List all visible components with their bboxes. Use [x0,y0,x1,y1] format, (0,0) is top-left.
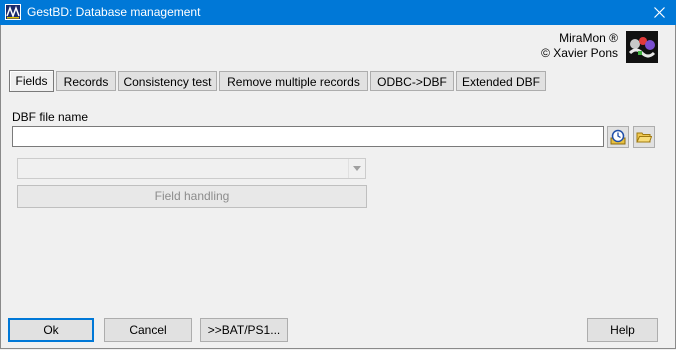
cancel-button[interactable]: Cancel [104,318,192,342]
field-combo[interactable] [17,158,366,179]
tab-label: Records [63,75,109,89]
tab-extended-dbf[interactable]: Extended DBF [456,71,546,91]
ok-button-label: Ok [43,323,59,337]
brand-text: MiraMon ® © Xavier Pons [541,31,618,61]
bat-ps1-button[interactable]: >>BAT/PS1... [200,318,288,342]
tab-records[interactable]: Records [56,71,116,91]
chevron-down-icon [353,166,361,171]
browse-button[interactable] [633,126,655,148]
miramon-logo [626,31,658,63]
tab-label: Extended DBF [461,75,541,89]
gestbd-app-icon[interactable] [5,4,21,20]
close-icon [654,7,665,18]
tab-consistency-test[interactable]: Consistency test [118,71,217,91]
tab-odbc-dbf[interactable]: ODBC->DBF [370,71,454,91]
dbf-file-label: DBF file name [12,110,89,124]
dbf-file-input[interactable] [12,126,604,147]
window-title: GestBD: Database management [27,5,201,19]
tab-remove-multiple-records[interactable]: Remove multiple records [219,71,368,91]
tab-label: Fields [15,74,48,88]
tab-label: ODBC->DBF [377,75,447,89]
history-clock-icon [610,129,626,145]
brand-line-miramon: MiraMon ® [559,31,618,45]
tab-label: Consistency test [123,75,212,89]
tab-label: Remove multiple records [227,75,360,89]
ok-button[interactable]: Ok [8,318,94,342]
close-button[interactable] [644,0,676,25]
field-handling-button[interactable]: Field handling [17,185,367,208]
help-button-label: Help [610,323,635,337]
open-folder-icon [636,132,652,143]
combo-dropdown-button[interactable] [348,159,365,178]
help-button[interactable]: Help [587,318,658,342]
history-button[interactable] [607,126,629,148]
bat-ps1-button-label: >>BAT/PS1... [207,323,281,337]
cancel-button-label: Cancel [129,323,167,337]
brand-line-author: © Xavier Pons [541,46,618,60]
title-bar[interactable]: GestBD: Database management [0,0,676,25]
tab-fields[interactable]: Fields [9,70,54,92]
